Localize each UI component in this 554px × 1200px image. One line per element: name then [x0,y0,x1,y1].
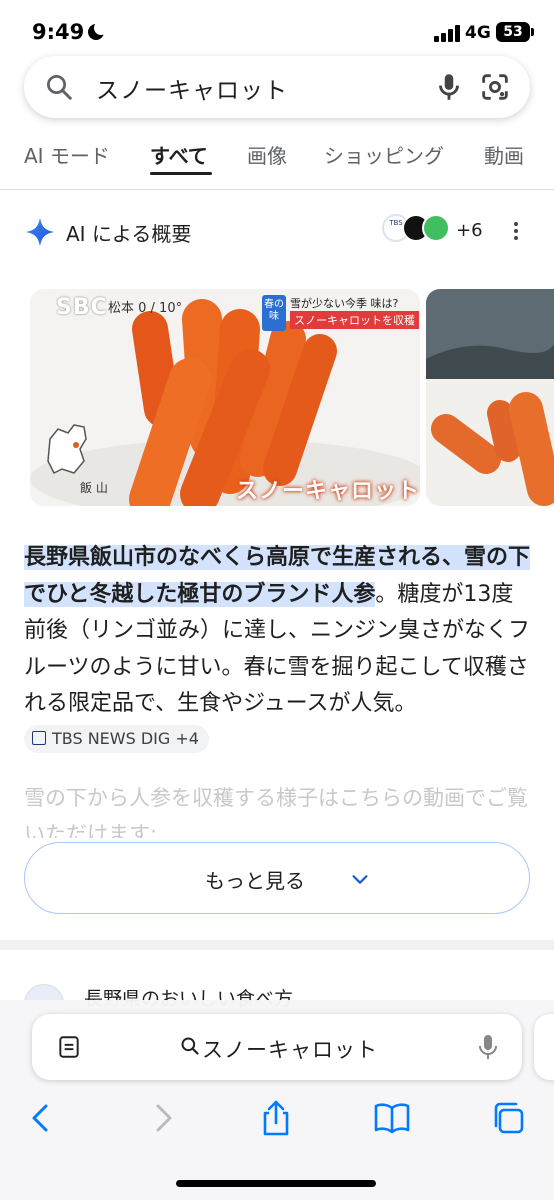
mic-icon[interactable] [476,1032,500,1062]
faded-continuation-text: 雪の下から人参を収穫する様子はこちらの動画でご覧いただけます: [24,786,528,838]
share-icon[interactable] [256,1098,296,1138]
network-type: 4G [465,23,491,43]
snow-carrot-photo [426,289,554,506]
bookmarks-icon[interactable] [372,1098,412,1138]
headline-top: 雪が少ない今季 味は? [290,297,399,310]
cellular-signal-icon [434,24,460,42]
news-caption: 春の味 雪が少ない今季 味は? スノーキャロットを収穫 [262,295,419,331]
citation-chip[interactable]: TBS NEWS DIG +4 [24,724,209,753]
tab-shopping[interactable]: ショッピング [324,140,444,169]
search-bar[interactable]: スノーキャロット [24,56,530,118]
back-icon[interactable] [22,1098,62,1138]
headline-bottom: スノーキャロットを収穫 [290,311,419,329]
source-count[interactable]: +6 [456,220,483,241]
tab-all[interactable]: すべて [150,140,208,169]
home-indicator [176,1180,376,1187]
address-text[interactable]: スノーキャロット [202,1034,378,1064]
status-time: 9:49 [32,20,85,44]
google-lens-icon[interactable] [478,70,512,104]
overview-image-main[interactable]: SBC 松本 0 / 10° 春の味 雪が少ない今季 味は? スノーキャロットを… [30,289,420,506]
page-menu-icon[interactable] [56,1034,82,1060]
show-more-button[interactable]: もっと見る [24,842,530,914]
focus-moon-icon [88,21,108,40]
search-input[interactable]: スノーキャロット [96,71,288,105]
source-green-icon [422,214,450,242]
source-icons[interactable]: TBS [382,214,456,244]
show-more-label: もっと見る [205,869,305,893]
ai-overview-header: AI による概要 TBS +6 [0,200,554,260]
search-icon [47,75,72,100]
weather-overlay: 松本 0 / 10° [108,301,183,316]
status-bar: 9:49 4G 53 [0,0,554,62]
overview-image-secondary[interactable] [426,289,554,506]
tabs-icon[interactable] [488,1098,528,1138]
forward-icon[interactable] [142,1098,182,1138]
tab-ai-mode[interactable]: AI モード [24,140,110,169]
section-divider [0,940,554,950]
season-tag: 春の味 [262,295,286,331]
more-options-icon[interactable] [506,218,526,244]
battery-icon: 53 [496,22,534,42]
ai-overview-title: AI による概要 [66,222,192,246]
address-bar[interactable]: スノーキャロット [32,1014,522,1080]
tab-videos[interactable]: 動画 [484,140,524,169]
channel-logo: SBC [56,295,108,320]
tab-images[interactable]: 画像 [247,140,287,169]
search-tabs: AI モード すべて 画像 ショッピング 動画 [0,126,554,190]
active-tab-indicator [150,172,212,175]
adjacent-tab-card[interactable] [534,1014,554,1080]
safari-toolbar: スノーキャロット [0,1000,554,1200]
map-label: 飯 山 [80,481,108,495]
citation-label: TBS NEWS DIG +4 [52,728,199,748]
image-overlay-title: スノーキャロット [236,479,420,504]
gemini-sparkle-icon [25,217,55,247]
mic-icon[interactable] [432,70,466,104]
search-icon [181,1037,199,1055]
tbs-news-icon [32,731,46,745]
chevron-down-icon [352,875,368,884]
ai-overview-text: 長野県飯山市のなべくら高原で生産される、雪の下でひと冬越した極甘のブランド人参。… [24,540,534,759]
